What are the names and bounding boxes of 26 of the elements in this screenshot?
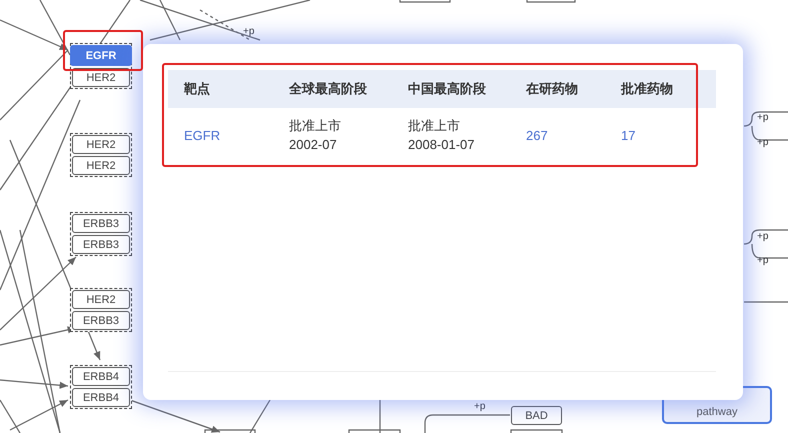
target-link[interactable]: EGFR <box>168 108 289 162</box>
protein-node[interactable]: HER2 <box>72 156 130 175</box>
protein-node[interactable]: EGFR <box>70 45 132 66</box>
phosphorylation-label: +p <box>474 401 486 412</box>
protein-node[interactable]: ERBB3 <box>72 311 130 330</box>
phosphorylation-label: +p <box>757 255 768 266</box>
column-header: 靶点 <box>168 70 289 108</box>
phosphorylation-label: +p <box>757 137 768 148</box>
protein-node[interactable]: ERBB4 <box>72 367 130 386</box>
phosphorylation-label: +p <box>757 231 768 242</box>
protein-node[interactable]: HER2 <box>72 135 130 154</box>
table-cell-text: 批准上市 2008-01-07 <box>408 117 476 154</box>
protein-node[interactable]: ERBB4 <box>72 388 130 407</box>
column-header: 中国最高阶段 <box>408 70 526 108</box>
phosphorylation-label: +p <box>757 112 768 123</box>
count-link[interactable]: 17 <box>621 108 716 162</box>
column-header: 全球最高阶段 <box>289 70 408 108</box>
column-header: 在研药物 <box>526 70 621 108</box>
count-link[interactable]: 267 <box>526 108 621 162</box>
protein-node[interactable]: ERBB3 <box>72 235 130 254</box>
protein-node[interactable]: ERBB3 <box>72 214 130 233</box>
protein-node[interactable]: BAD <box>511 406 562 425</box>
protein-node[interactable]: HER2 <box>72 290 130 309</box>
phosphorylation-label: +p <box>243 26 254 37</box>
column-header: 批准药物 <box>621 70 716 108</box>
table-cell-text: 批准上市 2002-07 <box>289 117 342 154</box>
